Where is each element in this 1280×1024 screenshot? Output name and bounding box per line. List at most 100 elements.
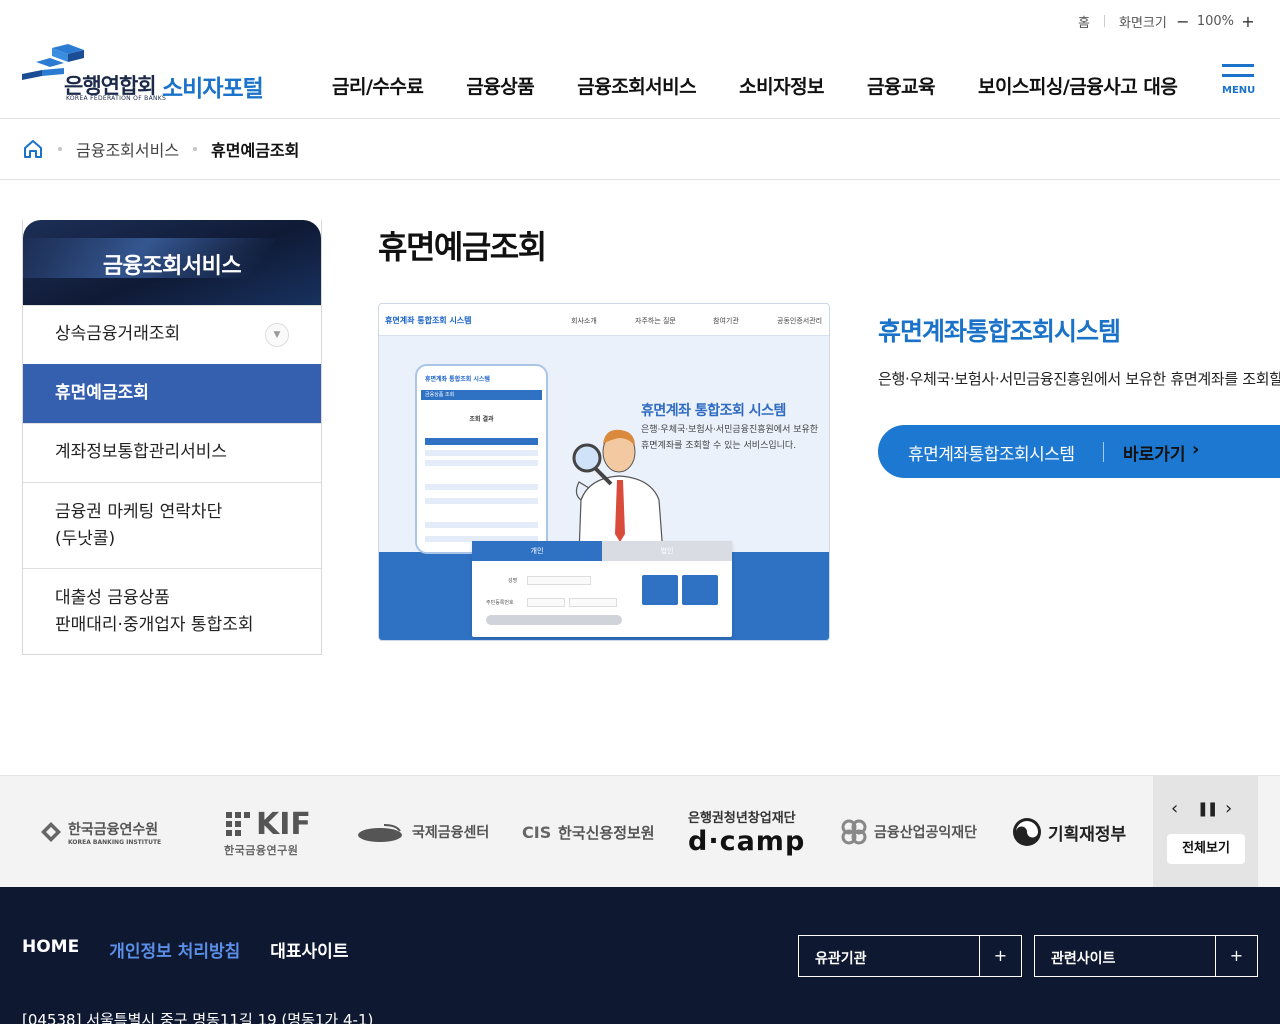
pause-icon[interactable]: ❚❚ <box>1197 801 1219 817</box>
partner-kcredit[interactable]: CIS 한국신용정보원 <box>522 776 655 888</box>
preview-phone-bar: 금융상품 조회 <box>421 390 542 400</box>
preview-nav-item: 공동인증서관리 <box>777 317 823 325</box>
nav-rates-fees[interactable]: 금리/수수료 <box>332 72 424 99</box>
side-navigation-title: 금융조회서비스 <box>102 254 242 279</box>
partner-mofe[interactable]: 기획재정부 <box>1012 776 1126 888</box>
partner-name: d·camp <box>688 826 806 857</box>
side-item-label: 금융권 마케팅 연락차단 <box>55 502 223 522</box>
partner-name-top: 은행권청년창업재단 <box>688 811 796 826</box>
preview-table-row <box>425 460 538 466</box>
korea-taegeuk-icon <box>1013 818 1041 846</box>
partner-name: 한국신용정보원 <box>558 823 655 842</box>
hamburger-icon <box>1222 64 1254 67</box>
side-item-do-not-call[interactable]: 금융권 마케팅 연락차단 (두낫콜) <box>23 482 321 568</box>
breadcrumb-level1[interactable]: 금융조회서비스 <box>76 137 179 161</box>
banner-controls: ‹ ❚❚ › 전체보기 <box>1153 776 1258 888</box>
footer-main-site-link[interactable]: 대표사이트 <box>270 937 348 962</box>
zoom-out-button[interactable]: − <box>1173 12 1193 31</box>
partner-name: 금융산업공익재단 <box>874 825 978 841</box>
side-item-dormant-deposit[interactable]: 휴면예금조회 <box>23 364 321 423</box>
system-description: 은행·우체국·보험사·서민금융진흥원에서 보유한 휴면계좌를 조회할 <box>878 370 1280 388</box>
nav-financial-inquiry[interactable]: 금융조회서비스 <box>577 72 696 99</box>
preview-phone: 휴면계좌 통합조회 시스템 금융상품 조회 조회 결과 <box>415 364 548 554</box>
home-link[interactable]: 홈 <box>1078 12 1090 31</box>
chevron-down-icon[interactable]: ▼ <box>265 323 289 347</box>
divider <box>1103 15 1105 27</box>
preview-nav-item: 회사소개 <box>571 317 597 325</box>
system-go-button-label: 휴면계좌통합조회시스템 <box>908 445 1075 465</box>
view-all-button[interactable]: 전체보기 <box>1167 834 1245 864</box>
preview-topbar: 휴면계좌 통합조회 시스템 회사소개 자주하는 질문 참여기관 공동인증서관리 <box>379 304 829 336</box>
breadcrumb-current: 휴면예금조회 <box>211 141 300 160</box>
side-item-label-line2: 판매대리·중개업자 통합조회 <box>55 615 254 635</box>
preview-phone-title: 휴면계좌 통합조회 시스템 <box>425 376 490 383</box>
partner-name: 한국금융연수원 <box>68 821 159 838</box>
nav-financial-products[interactable]: 금융상품 <box>466 72 534 99</box>
home-icon[interactable] <box>22 138 44 160</box>
related-orgs-select[interactable]: 유관기관 + <box>798 935 1022 977</box>
breadcrumb-bar: 금융조회서비스 휴면예금조회 <box>0 118 1280 180</box>
nav-financial-education[interactable]: 금융교육 <box>867 72 935 99</box>
partner-kbi[interactable]: 한국금융연수원 KOREA BANKING INSTITUTE <box>40 776 161 888</box>
preview-tab-corporate: 법인 <box>602 541 732 561</box>
partner-dcamp[interactable]: 은행권청년창업재단 d·camp <box>688 776 805 888</box>
footer-home-link[interactable]: HOME <box>22 937 79 962</box>
page-title: 휴면예금조회 <box>378 228 547 266</box>
preview-site-title: 휴면계좌 통합조회 시스템 <box>385 316 472 325</box>
partner-banner: 한국금융연수원 KOREA BANKING INSTITUTE KIF 한국금융… <box>0 775 1280 888</box>
system-title: 휴면계좌통합조회시스템 <box>878 317 1121 346</box>
related-sites-label: 관련사이트 <box>1051 951 1116 967</box>
partner-name: 국제금융센터 <box>412 825 490 841</box>
chevron-right-icon[interactable]: › <box>1225 798 1232 819</box>
system-preview-image: 휴면계좌 통합조회 시스템 회사소개 자주하는 질문 참여기관 공동인증서관리 … <box>378 303 830 641</box>
partner-name-en: KOREA BANKING INSTITUTE <box>68 838 162 846</box>
footer-privacy-link[interactable]: 개인정보 처리방침 <box>109 937 240 962</box>
related-sites-select[interactable]: 관련사이트 + <box>1034 935 1258 977</box>
nav-consumer-info[interactable]: 소비자정보 <box>739 72 824 99</box>
partner-kcif[interactable]: 국제금융센터 <box>358 776 489 888</box>
kbi-logo-icon <box>41 822 61 842</box>
chevron-left-icon[interactable]: ‹ <box>1171 798 1178 819</box>
preview-table-row <box>425 484 538 490</box>
partner-kif[interactable]: KIF 한국금융연구원 <box>224 776 311 888</box>
side-item-account-info[interactable]: 계좌정보통합관리서비스 <box>23 423 321 482</box>
screen-size-label: 화면크기 <box>1118 15 1167 31</box>
side-item-loan-agents[interactable]: 대출성 금융상품 판매대리·중개업자 통합조회 <box>23 568 321 654</box>
side-item-label: 대출성 금융상품 <box>55 588 170 608</box>
breadcrumb-separator <box>193 147 198 151</box>
side-item-inheritance-inquiry[interactable]: 상속금융거래조회 ▼ <box>23 305 321 364</box>
plus-icon[interactable]: + <box>1215 936 1257 976</box>
preview-login-form: 개인 법인 성명 주민등록번호 <box>472 541 732 637</box>
plus-icon[interactable]: + <box>979 936 1021 976</box>
related-orgs-label: 유관기관 <box>815 951 867 967</box>
nav-voice-phishing[interactable]: 보이스피싱/금융사고 대응 <box>978 72 1178 99</box>
system-go-button[interactable]: 휴면계좌통합조회시스템 바로가기 › <box>878 425 1280 478</box>
footer-links: HOME 개인정보 처리방침 대표사이트 <box>22 937 378 962</box>
partner-name: KIF <box>256 806 311 842</box>
menu-label: MENU <box>1222 85 1256 96</box>
preview-input <box>527 598 565 607</box>
partner-name-sub: 한국금융연구원 <box>224 843 299 857</box>
preview-input <box>527 576 591 585</box>
preview-phone-result: 조회 결과 <box>469 416 494 423</box>
chevron-right-icon: › <box>1192 439 1200 460</box>
preview-phone-bar-label: 금융상품 조회 <box>425 392 455 398</box>
logo-org-name-en: KOREA FEDERATION OF BANKS <box>66 95 167 102</box>
partner-kfif[interactable]: 금융산업공익재단 <box>840 776 977 888</box>
zoom-in-button[interactable]: + <box>1238 12 1258 31</box>
button-divider <box>1103 442 1104 462</box>
menu-button[interactable]: MENU <box>1222 64 1256 100</box>
preview-description: 은행·우체국·보험사·서민금융진흥원에서 보유한 휴면계좌를 조회할 수 있는 … <box>641 425 819 451</box>
zoom-value: 100% <box>1196 13 1234 29</box>
preview-field-label: 주민등록번호 <box>486 600 514 606</box>
site-logo[interactable]: 은행연합회 KOREA FEDERATION OF BANKS 소비자포털 <box>22 44 282 104</box>
preview-cert-button <box>642 575 678 605</box>
side-item-label: 계좌정보통합관리서비스 <box>55 442 228 462</box>
partner-name: 기획재정부 <box>1048 824 1127 845</box>
preview-table-row <box>425 498 538 504</box>
kfif-logo-icon <box>841 819 867 845</box>
hamburger-icon-bar <box>1222 74 1254 77</box>
preview-table-row <box>425 438 538 445</box>
footer-address: [04538] 서울특별시 중구 명동11길 19 (명동1가 4-1) <box>22 1011 374 1024</box>
preview-nav-item: 자주하는 질문 <box>635 317 676 325</box>
